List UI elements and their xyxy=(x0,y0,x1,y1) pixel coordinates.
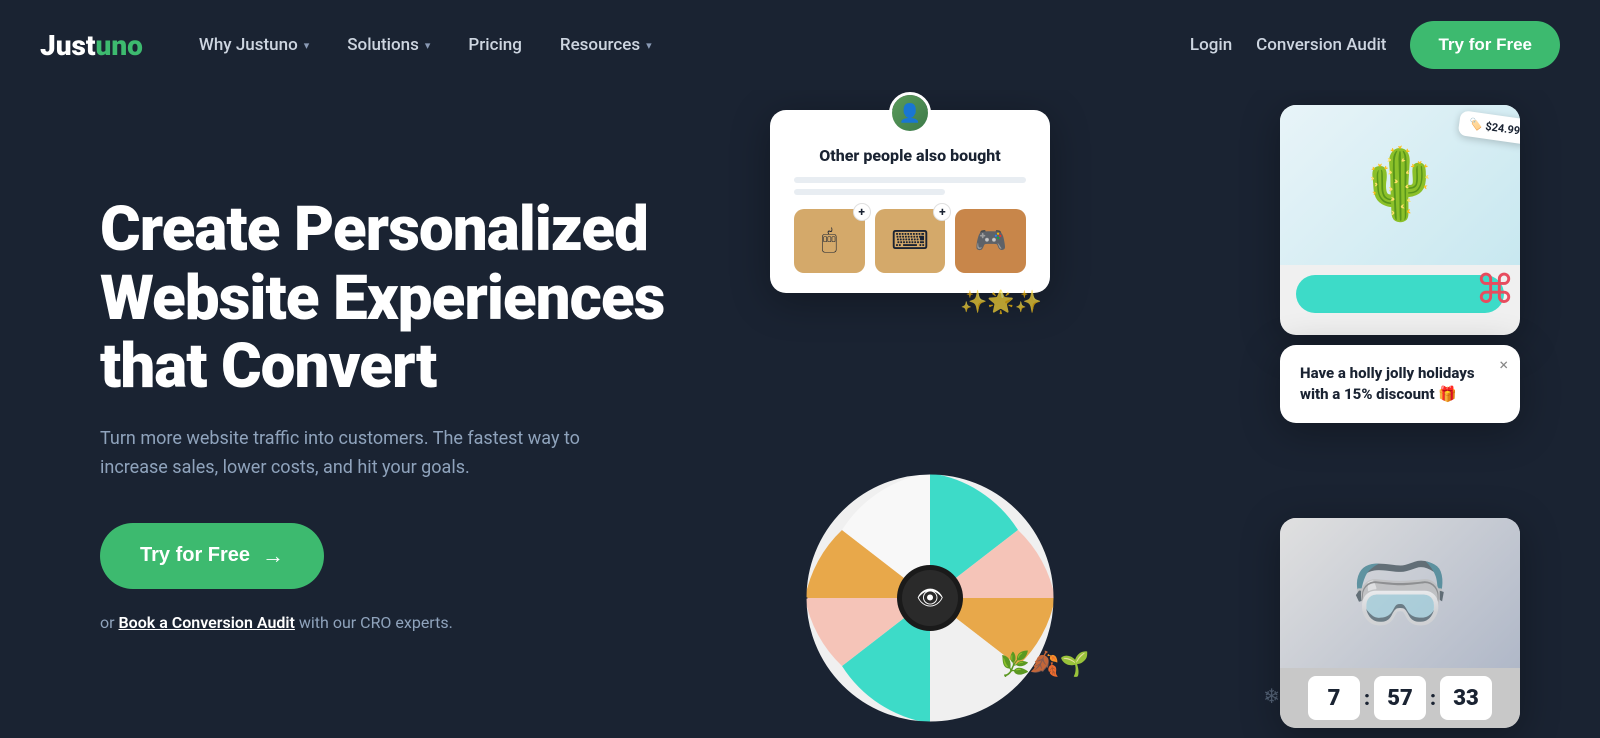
countdown-separator: : xyxy=(1364,686,1370,710)
also-bought-card: 👤 Other people also bought 🖱 + ⌨ + 🎮 xyxy=(770,110,1050,293)
book-audit-link[interactable]: Book a Conversion Audit xyxy=(119,613,295,632)
also-bought-title: Other people also bought xyxy=(794,146,1026,167)
spin-wheel: 👁 xyxy=(800,468,1060,728)
hero-content: Create Personalized Website Experiences … xyxy=(100,196,720,631)
holiday-card-text: Have a holly jolly holidays with a 15% d… xyxy=(1300,363,1500,405)
wheel-center: 👁 xyxy=(902,570,958,626)
hero-secondary-cta: or Book a Conversion Audit with our CRO … xyxy=(100,613,720,632)
countdown-seconds: 33 xyxy=(1440,676,1492,720)
hero-title: Create Personalized Website Experiences … xyxy=(100,196,720,401)
avatar: 👤 xyxy=(889,92,931,134)
login-link[interactable]: Login xyxy=(1190,35,1232,55)
hero-section: Create Personalized Website Experiences … xyxy=(0,90,1600,738)
chevron-down-icon: ▾ xyxy=(304,39,310,52)
nav-right: Login Conversion Audit Try for Free xyxy=(1190,21,1560,69)
countdown-separator-2: : xyxy=(1430,686,1436,710)
shop-now-button[interactable] xyxy=(1296,275,1504,313)
close-icon[interactable]: × xyxy=(1499,355,1508,374)
conversion-audit-link[interactable]: Conversion Audit xyxy=(1256,35,1386,55)
arrow-right-icon: → xyxy=(262,543,284,569)
nav-items: Why Justuno ▾ Solutions ▾ Pricing Resour… xyxy=(183,25,1190,65)
nav-item-resources[interactable]: Resources ▾ xyxy=(544,25,668,65)
price-tag: 🏷️ $24.99 xyxy=(1457,110,1520,145)
product-list: 🖱 + ⌨ + 🎮 xyxy=(794,209,1026,273)
logo[interactable]: Justuno xyxy=(40,29,143,62)
nav-item-why-justuno[interactable]: Why Justuno ▾ xyxy=(183,25,325,65)
light-strand-deco: ✨🌟✨ xyxy=(960,290,1042,315)
product-thumb-keyboard: ⌨ + xyxy=(875,209,946,273)
leaves-deco: 🌿🍂🌱 xyxy=(1000,650,1090,678)
snowflake-small-deco-icon: ❄ xyxy=(1263,684,1280,708)
navigation: Justuno Why Justuno ▾ Solutions ▾ Pricin… xyxy=(0,0,1600,90)
countdown-hours: 7 xyxy=(1308,676,1360,720)
countdown-numbers: 7 : 57 : 33 xyxy=(1280,668,1520,728)
wheel-pointer xyxy=(788,588,808,608)
countdown-minutes: 57 xyxy=(1374,676,1426,720)
try-for-free-nav-button[interactable]: Try for Free xyxy=(1410,21,1560,69)
chevron-down-icon: ▾ xyxy=(646,39,652,52)
red-loop-deco: ⌘ xyxy=(1475,270,1515,310)
nav-item-solutions[interactable]: Solutions ▾ xyxy=(331,25,446,65)
try-for-free-hero-button[interactable]: Try for Free → xyxy=(100,523,324,589)
plant-card-image: 🌵 🏷️ $24.99 xyxy=(1280,105,1520,265)
plant-card: 🌵 🏷️ $24.99 ⌘ xyxy=(1280,105,1520,335)
nav-item-pricing[interactable]: Pricing xyxy=(452,25,538,65)
product-thumb-accessory: 🎮 xyxy=(955,209,1026,273)
hero-subtitle: Turn more website traffic into customers… xyxy=(100,425,580,483)
holiday-card: × Have a holly jolly holidays with a 15%… xyxy=(1280,345,1520,423)
card-line xyxy=(794,177,1026,183)
product-thumb-mouse: 🖱 + xyxy=(794,209,865,273)
chevron-down-icon: ▾ xyxy=(425,39,431,52)
vr-person-image: 🥽 xyxy=(1350,546,1450,640)
countdown-card: 🥽 7 : 57 : 33 xyxy=(1280,518,1520,728)
card-line-short xyxy=(794,189,945,195)
hero-illustrations: ✳ ❄ 👤 Other people also bought 🖱 + ⌨ + xyxy=(720,90,1520,738)
countdown-background: 🥽 xyxy=(1280,518,1520,668)
